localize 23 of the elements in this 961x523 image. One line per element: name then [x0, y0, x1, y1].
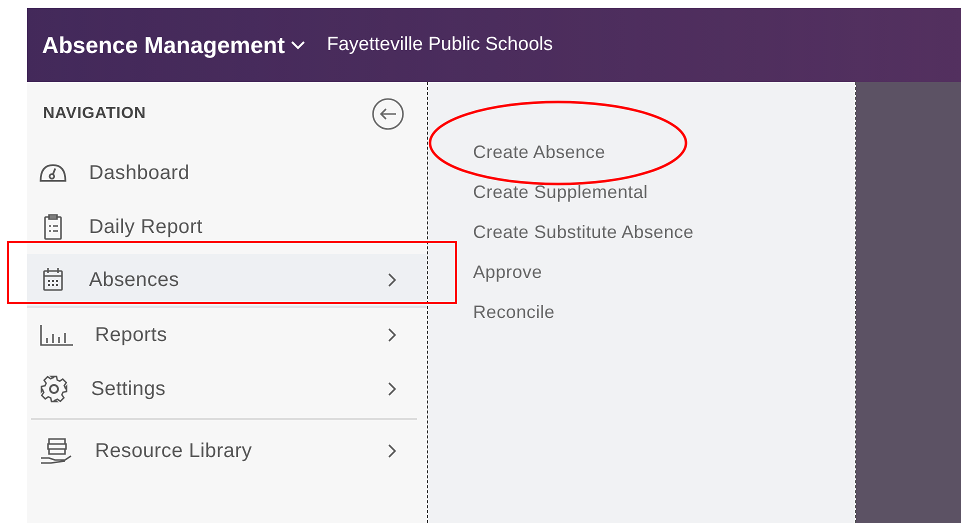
gauge-icon: [39, 164, 67, 182]
chevron-down-icon: [290, 40, 305, 50]
nav-item[interactable]: Dashboard: [27, 146, 427, 200]
books-on-hand-icon: [39, 436, 73, 466]
app-title-dropdown[interactable]: Absence Management: [42, 32, 305, 58]
submenu-link[interactable]: Approve: [473, 252, 542, 292]
chevron-right-icon: [388, 444, 397, 458]
nav-item[interactable]: Daily Report: [27, 200, 427, 254]
nav-item[interactable]: Absences: [27, 254, 427, 308]
nav-item[interactable]: Resource Library: [27, 424, 427, 478]
submenu-link[interactable]: Reconcile: [473, 292, 555, 332]
submenu-link[interactable]: Create Supplemental: [473, 172, 648, 212]
chevron-right-icon: [388, 328, 397, 342]
nav-item[interactable]: Settings: [27, 362, 427, 416]
submenu-link[interactable]: Create Absence: [473, 132, 606, 172]
chevron-right-icon: [388, 382, 397, 396]
nav-item[interactable]: Reports: [27, 308, 427, 362]
bar-chart-icon: [39, 323, 73, 347]
navigation-title: NAVIGATION: [43, 105, 146, 123]
organization-name: Fayetteville Public Schools: [326, 34, 553, 56]
gear-icon: [39, 374, 69, 404]
chevron-right-icon: [388, 273, 397, 287]
submenu-link[interactable]: Create Substitute Absence: [473, 212, 694, 252]
